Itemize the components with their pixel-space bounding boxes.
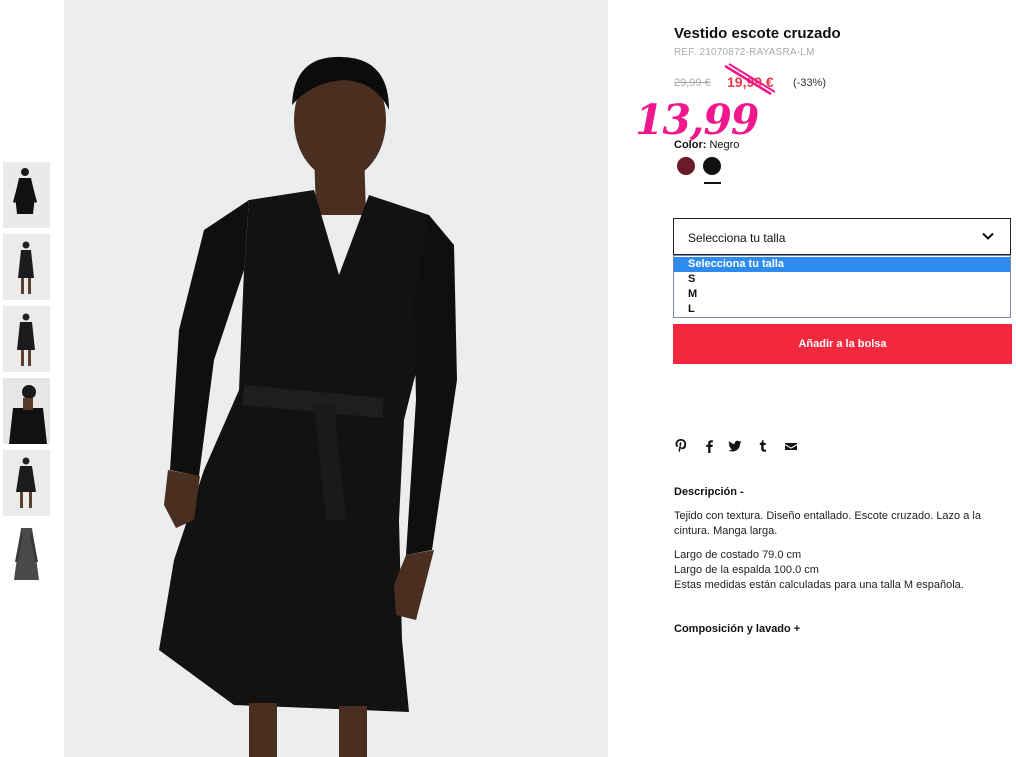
measure-side-length: Largo de costado 79.0 cm xyxy=(674,549,802,561)
measure-back-length: Largo de la espalda 100.0 cm xyxy=(674,564,819,576)
size-option-s[interactable]: S xyxy=(674,272,1010,287)
thumbnail-4[interactable] xyxy=(3,378,50,444)
size-select-label: Selecciona tu talla xyxy=(688,231,786,245)
color-label-row: Color: Negro xyxy=(674,139,739,151)
selected-swatch-indicator xyxy=(704,182,721,184)
measure-note: Estas medidas están calculadas para una … xyxy=(674,579,964,591)
thumbnail-5[interactable] xyxy=(3,450,50,516)
pinterest-icon[interactable] xyxy=(674,438,688,454)
original-price: 29,99 € xyxy=(674,77,711,89)
size-option-l[interactable]: L xyxy=(674,302,1010,317)
price-strike-scribble xyxy=(724,63,775,96)
size-option-placeholder[interactable]: Selecciona tu talla xyxy=(674,257,1010,272)
color-swatch-black[interactable] xyxy=(703,157,721,175)
composition-toggle[interactable]: Composición y lavado + xyxy=(674,623,800,635)
product-info-panel: Vestido escote cruzado REF. 21070872-RAY… xyxy=(635,0,1014,757)
thumbnail-1[interactable] xyxy=(3,162,50,228)
thumbnail-6[interactable] xyxy=(3,522,50,588)
tumblr-icon[interactable] xyxy=(756,438,770,454)
facebook-icon[interactable] xyxy=(702,438,716,454)
twitter-icon[interactable] xyxy=(728,438,742,454)
add-to-bag-button[interactable]: Añadir a la bolsa xyxy=(673,324,1012,364)
product-title: Vestido escote cruzado xyxy=(674,25,841,42)
size-select[interactable]: Selecciona tu talla xyxy=(673,218,1011,255)
handwritten-price: 13,99 xyxy=(635,96,759,144)
description-text: Tejido con textura. Diseño entallado. Es… xyxy=(674,510,981,537)
thumbnail-3[interactable] xyxy=(3,306,50,372)
color-value: Negro xyxy=(709,139,740,151)
size-option-m[interactable]: M xyxy=(674,287,1010,302)
color-swatch-burgundy[interactable] xyxy=(677,157,695,175)
description-toggle[interactable]: Descripción - xyxy=(674,486,744,498)
product-reference: REF. 21070872-RAYASRA-LM xyxy=(674,47,815,58)
thumbnail-2[interactable] xyxy=(3,234,50,300)
email-icon[interactable] xyxy=(784,438,798,454)
chevron-down-icon xyxy=(982,232,994,240)
size-dropdown-list: Selecciona tu talla S M L xyxy=(673,255,1011,318)
discount-percent: (-33%) xyxy=(793,77,827,89)
color-label: Color: xyxy=(674,139,707,151)
product-main-image xyxy=(64,0,608,757)
